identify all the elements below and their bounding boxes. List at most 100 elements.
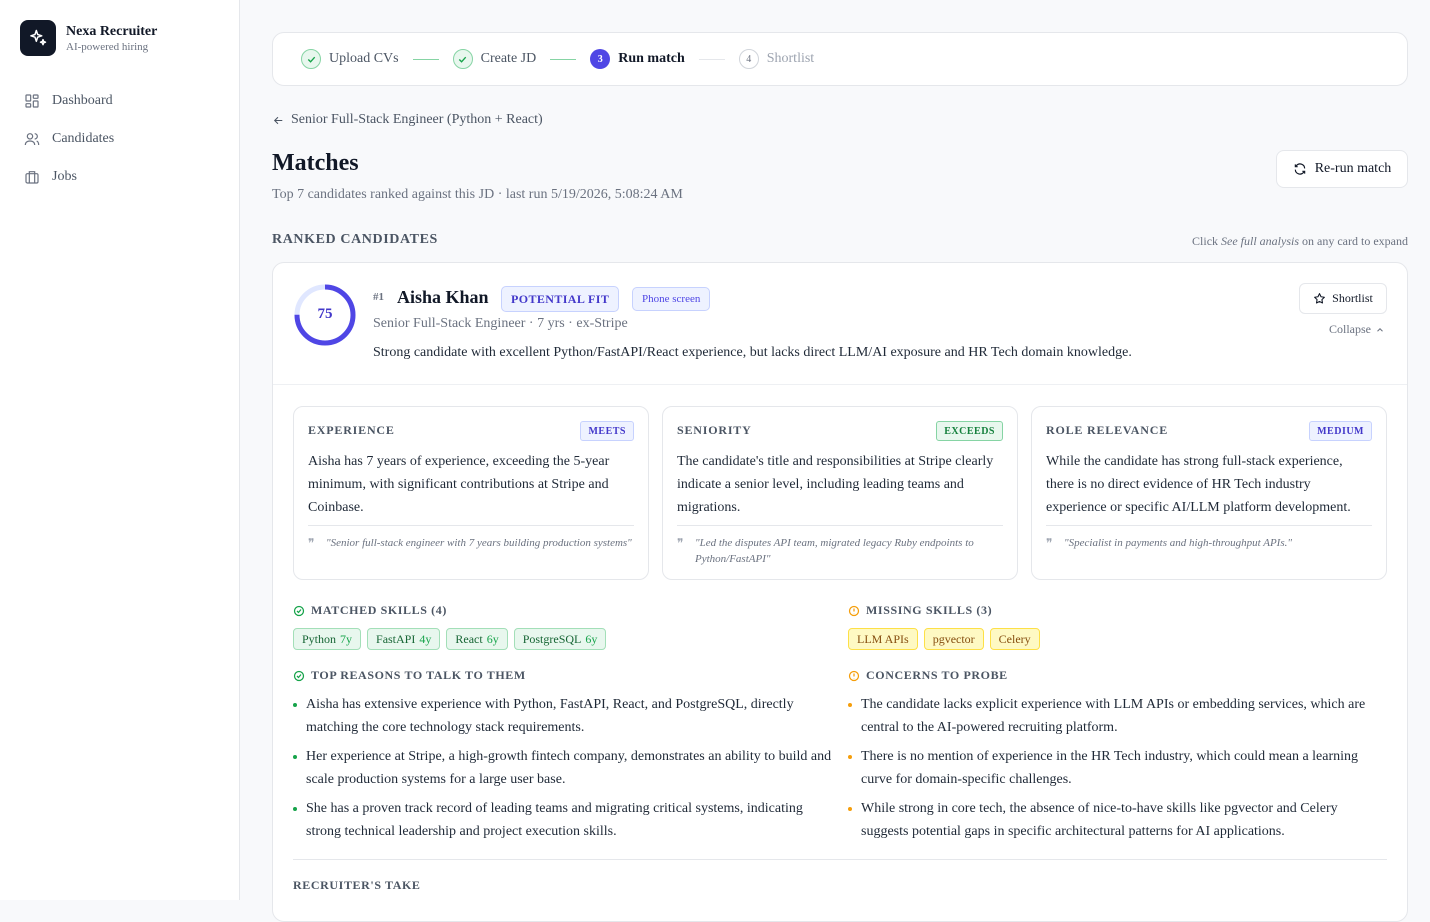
skill-years: 4y	[419, 631, 432, 646]
skill-chip: Celery	[989, 628, 1040, 650]
list-item: While strong in core tech, the absence o…	[848, 797, 1388, 843]
skill-chip: pgvector	[923, 628, 984, 650]
list-item: Her experience at Stripe, a high-growth …	[293, 745, 833, 791]
dimension-text: Aisha has 7 years of experience, exceedi…	[308, 454, 610, 515]
matched-skills-title: MATCHED SKILLS (4)	[311, 603, 447, 617]
evidence-quote: ❞ "Specialist in payments and high-throug…	[1046, 525, 1372, 551]
step-label: Create JD	[480, 51, 537, 66]
list-item: The candidate lacks explicit experience …	[848, 693, 1388, 739]
page-title: Matches	[272, 150, 359, 176]
dimension-card-role-relevance: ROLE RELEVANCE MEDIUM While the candidat…	[1031, 406, 1387, 580]
hint-suffix: on any card to expand	[1299, 234, 1408, 248]
sidebar-nav: Dashboard Candidates Jobs	[24, 82, 224, 196]
brand[interactable]: Nexa Recruiter AI-powered hiring	[20, 20, 157, 56]
missing-skills: MISSING SKILLS (3) LLM APIs pgvector Cel…	[848, 603, 1388, 650]
app-tagline: AI-powered hiring	[66, 40, 149, 53]
step-label: Upload CVs	[329, 51, 399, 66]
top-reasons-title: TOP REASONS TO TALK TO THEM	[311, 668, 526, 682]
skill-chip: LLM APIs	[848, 628, 918, 650]
quote-icon: ❞	[677, 536, 684, 550]
hint-emphasis: See full analysis	[1221, 234, 1300, 248]
fit-badge: POTENTIAL FIT	[501, 286, 620, 312]
skill-name: FastAPI	[376, 631, 416, 646]
dimension-card-experience: EXPERIENCE MEETS Aisha has 7 years of ex…	[293, 406, 649, 580]
users-icon	[24, 133, 40, 146]
shortlist-label: Shortlist	[1332, 291, 1373, 305]
candidate-summary: Strong candidate with excellent Python/F…	[373, 345, 1132, 360]
dimension-card-seniority: SENIORITY EXCEEDS The candidate's title …	[662, 406, 1018, 580]
candidate-name[interactable]: Aisha Khan	[397, 287, 489, 308]
skill-name: PostgreSQL	[522, 631, 582, 646]
sidebar-item-label: Jobs	[52, 169, 77, 184]
skill-chip: React 6y	[446, 628, 508, 650]
step-shortlist[interactable]: 4 Shortlist	[738, 49, 815, 69]
skill-years: 6y	[585, 631, 598, 646]
step-connector	[550, 58, 577, 60]
dimension-cards: EXPERIENCE MEETS Aisha has 7 years of ex…	[293, 406, 1387, 580]
quote-icon: ❞	[308, 536, 315, 550]
reasons-list: Aisha has extensive experience with Pyth…	[293, 693, 833, 843]
skill-years: 6y	[486, 631, 499, 646]
skill-chip: FastAPI 4y	[367, 628, 441, 650]
step-upload-cvs[interactable]: Upload CVs	[301, 49, 399, 69]
step-label: Run match	[618, 51, 685, 66]
match-score: 75	[317, 306, 333, 322]
concerns-list: The candidate lacks explicit experience …	[848, 693, 1388, 843]
quote-icon: ❞	[1046, 536, 1053, 550]
sidebar-item-candidates[interactable]: Candidates	[24, 120, 224, 158]
missing-skills-header: MISSING SKILLS (3)	[848, 603, 1388, 618]
evidence-quote: ❞ "Led the disputes API team, migrated le…	[677, 525, 1003, 567]
hint-prefix: Click	[1192, 234, 1222, 248]
quote-text: "Specialist in payments and high-through…	[1064, 537, 1292, 549]
evidence-quote: ❞ "Senior full-stack engineer with 7 year…	[308, 525, 634, 551]
collapse-label: Collapse	[1329, 322, 1371, 336]
dimension-badge: MEETS	[580, 421, 634, 441]
matched-skills: MATCHED SKILLS (4) Python 7y FastAPI 4y Re…	[293, 603, 833, 650]
candidate-rank: #1	[373, 291, 384, 303]
dimension-text: The candidate's title and responsibiliti…	[677, 454, 994, 515]
expand-hint: Click See full analysis on any card to e…	[1192, 234, 1408, 249]
sparkle-icon	[20, 20, 56, 56]
stage-badge: Phone screen	[632, 287, 711, 311]
progress-stepper: Upload CVs Create JD 3 Run match 4 Short…	[272, 32, 1408, 86]
back-link[interactable]: Senior Full-Stack Engineer (Python + Rea…	[272, 112, 543, 128]
section-title: RANKED CANDIDATES	[272, 232, 438, 247]
skill-years: 7y	[340, 631, 353, 646]
sidebar: Nexa Recruiter AI-powered hiring Dashboa…	[0, 0, 240, 900]
skill-chip: PostgreSQL 6y	[513, 628, 607, 650]
step-label: Shortlist	[766, 51, 815, 66]
candidate-card: 75 #1 Aisha Khan POTENTIAL FIT Phone scr…	[272, 262, 1408, 922]
quote-text: "Senior full-stack engineer with 7 years…	[326, 537, 632, 549]
sidebar-item-jobs[interactable]: Jobs	[24, 158, 224, 196]
check-icon	[301, 49, 321, 69]
rerun-match-button[interactable]: Re-run match	[1276, 150, 1408, 188]
step-create-jd[interactable]: Create JD	[452, 49, 537, 69]
sidebar-item-dashboard[interactable]: Dashboard	[24, 82, 224, 120]
app-name: Nexa Recruiter	[66, 23, 158, 39]
page-subtitle: Top 7 candidates ranked against this JD …	[272, 187, 683, 202]
dashboard-icon	[25, 94, 39, 108]
list-item: Aisha has extensive experience with Pyth…	[293, 693, 833, 739]
collapse-toggle[interactable]: Collapse	[1329, 322, 1385, 337]
rerun-label: Re-run match	[1314, 161, 1392, 176]
list-item: There is no mention of experience in the…	[848, 745, 1388, 791]
arrow-left-icon	[273, 116, 283, 124]
top-reasons-header: TOP REASONS TO TALK TO THEM	[293, 668, 833, 683]
step-number: 3	[590, 49, 611, 69]
concerns-header: CONCERNS TO PROBE	[848, 668, 1388, 683]
missing-skills-chips: LLM APIs pgvector Celery	[848, 628, 1388, 650]
dimension-text: While the candidate has strong full-stac…	[1046, 454, 1351, 515]
alert-circle-icon	[848, 670, 860, 681]
concerns-title: CONCERNS TO PROBE	[866, 668, 1008, 682]
skill-name: React	[455, 631, 483, 646]
step-run-match[interactable]: 3 Run match	[590, 49, 685, 69]
check-circle-icon	[293, 605, 305, 616]
dimension-badge: EXCEEDS	[936, 421, 1003, 441]
sidebar-item-label: Dashboard	[52, 93, 113, 108]
briefcase-icon	[25, 171, 39, 184]
divider	[293, 859, 1387, 860]
top-reasons: TOP REASONS TO TALK TO THEM Aisha has ex…	[293, 668, 833, 849]
shortlist-button[interactable]: Shortlist	[1299, 283, 1387, 314]
matched-skills-chips: Python 7y FastAPI 4y React 6y PostgreSQL 6y	[293, 628, 833, 650]
chevron-up-icon	[1377, 327, 1383, 332]
